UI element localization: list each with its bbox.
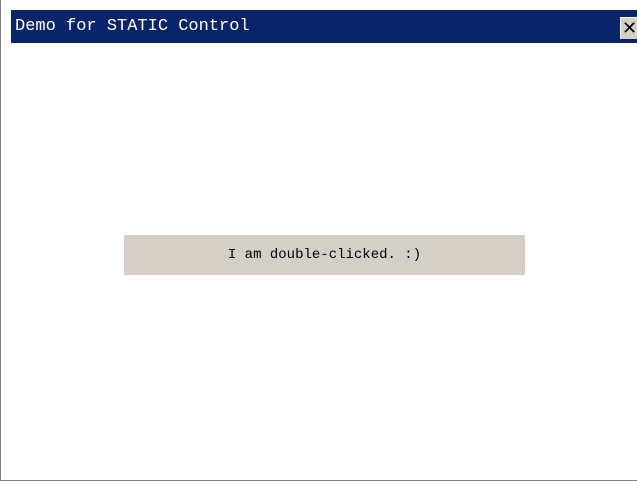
static-control[interactable]: I am double-clicked. :): [124, 235, 525, 275]
close-icon: ✕: [621, 17, 637, 39]
window-title: Demo for STATIC Control: [15, 17, 250, 36]
client-area: I am double-clicked. :): [11, 43, 637, 480]
demo-window: Demo for STATIC Control ✕ I am double-cl…: [0, 0, 637, 481]
title-bar[interactable]: Demo for STATIC Control ✕: [11, 10, 637, 43]
close-button[interactable]: ✕: [620, 17, 637, 39]
